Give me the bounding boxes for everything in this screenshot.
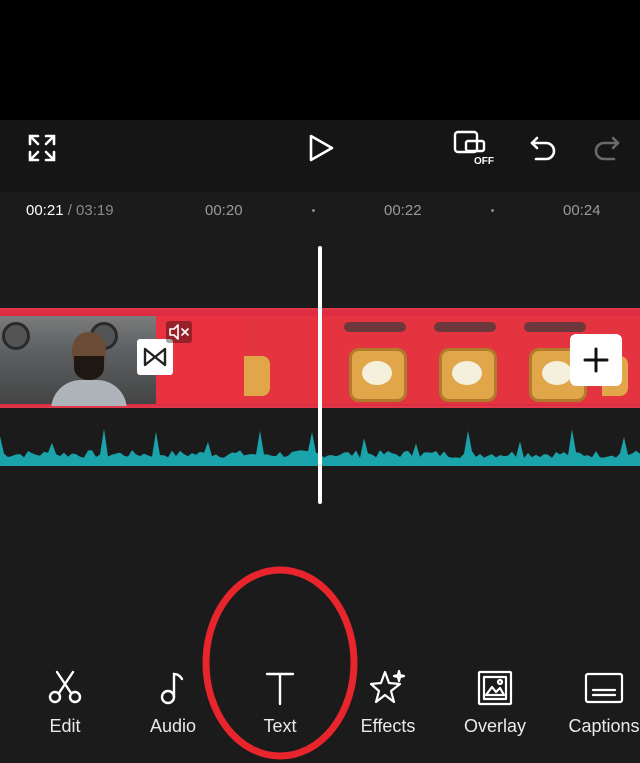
clip-thumbnail	[422, 316, 512, 404]
person-figure	[51, 380, 127, 406]
add-clip-button[interactable]	[570, 334, 622, 386]
cup-lid	[344, 322, 406, 332]
clip-thumbnail	[332, 316, 422, 404]
cup-lid	[434, 322, 496, 332]
play-icon[interactable]	[306, 132, 336, 164]
music-note-icon	[160, 672, 184, 705]
cup-image	[349, 348, 407, 402]
transition-icon	[143, 347, 167, 367]
playback-controls-bar: OFF	[0, 120, 640, 192]
cup-content	[362, 361, 392, 385]
captions-button[interactable]: Captions	[554, 660, 640, 750]
undo-icon[interactable]	[528, 132, 558, 164]
fullscreen-icon[interactable]	[26, 132, 58, 164]
transition-button[interactable]	[137, 339, 173, 375]
current-time: 00:21	[26, 202, 64, 219]
edit-button[interactable]: Edit	[15, 660, 115, 750]
playhead[interactable]	[318, 246, 322, 504]
clip-thumbnail	[44, 316, 127, 406]
tick-dot	[491, 209, 494, 212]
captions-icon	[584, 672, 624, 704]
edit-label: Edit	[49, 716, 81, 736]
overlay-label: Overlay	[463, 716, 526, 736]
video-editor-screen: OFF 00:21 / 03:19 00:20 00:22 00:24 Edit…	[0, 0, 640, 763]
time-ruler: 00:21 / 03:19 00:20 00:22 00:24	[0, 192, 640, 230]
video-preview[interactable]	[0, 0, 640, 120]
annotation-circle	[202, 566, 358, 760]
svg-text:OFF: OFF	[474, 156, 494, 167]
redo-icon[interactable]	[592, 132, 622, 164]
overlay-image-icon	[477, 670, 513, 706]
cup-image	[244, 356, 270, 396]
cup-content	[452, 361, 482, 385]
tick-label: 00:24	[563, 202, 601, 219]
cup-lid	[524, 322, 586, 332]
current-time-display: 00:21 / 03:19	[26, 202, 114, 219]
tick-dot	[312, 209, 315, 212]
person-beard	[74, 356, 104, 380]
tick-label: 00:22	[384, 202, 422, 219]
clip-thumbnail	[0, 316, 44, 404]
plus-icon	[583, 347, 609, 373]
background-window	[2, 322, 30, 350]
overlay-button[interactable]: Overlay	[445, 660, 545, 750]
sparkle-star-icon	[369, 669, 406, 704]
tick-label: 00:20	[205, 202, 243, 219]
total-duration: / 03:19	[63, 202, 114, 219]
scissors-icon	[48, 670, 82, 704]
keyframe-off-icon[interactable]: OFF	[452, 128, 496, 168]
captions-label: Captions	[568, 716, 640, 736]
cup-content	[542, 361, 572, 385]
mute-icon[interactable]	[166, 321, 192, 343]
cup-image	[439, 348, 497, 402]
